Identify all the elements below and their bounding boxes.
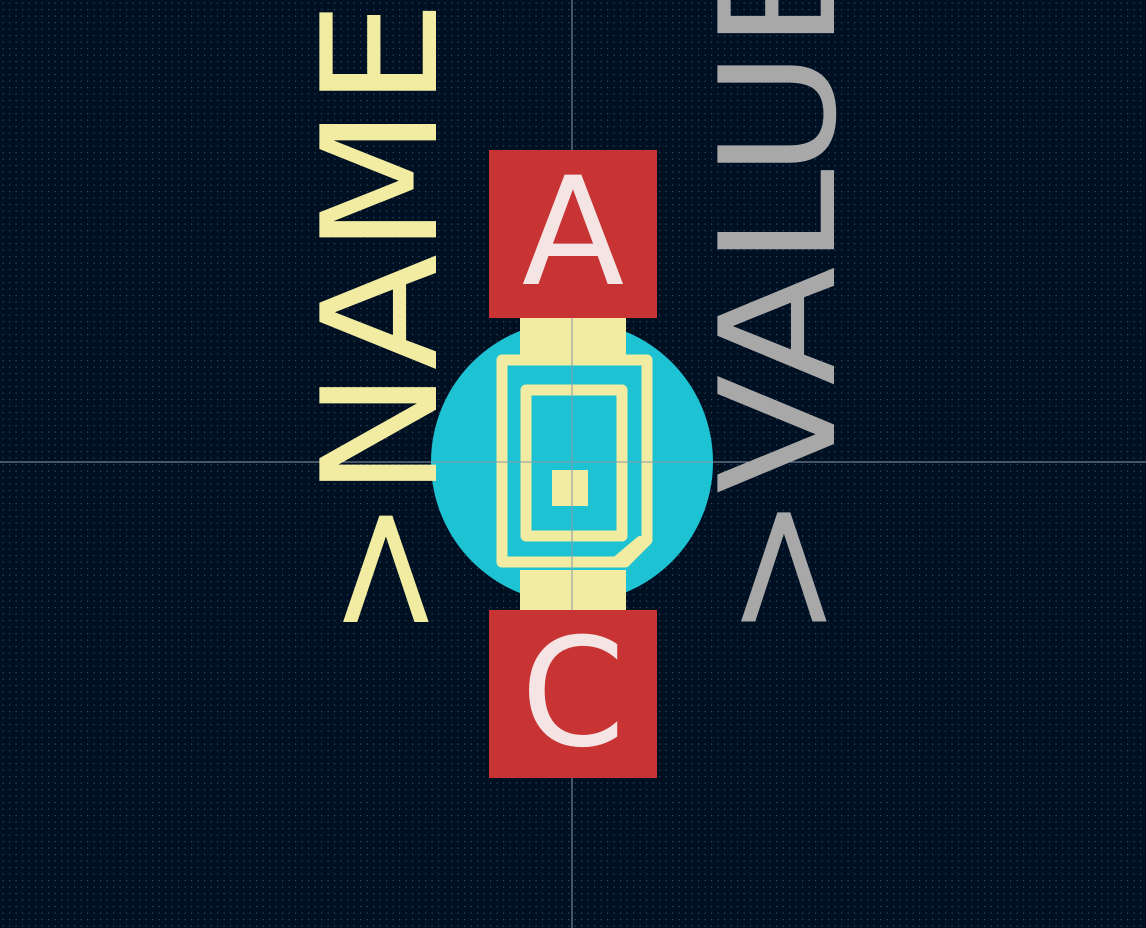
silkscreen-lead-top[interactable] <box>520 318 626 356</box>
pad-anode-label: A <box>522 146 625 320</box>
pad-cathode-label: C <box>521 607 626 781</box>
silkscreen-lead-bottom[interactable] <box>520 570 626 610</box>
reference-designator-text[interactable]: >NAME <box>287 0 474 640</box>
value-text[interactable]: >VALUE <box>685 0 872 640</box>
pcb-editor-canvas[interactable]: A C >NAME >VALUE <box>0 0 1146 928</box>
anchor-marker[interactable] <box>552 470 588 506</box>
